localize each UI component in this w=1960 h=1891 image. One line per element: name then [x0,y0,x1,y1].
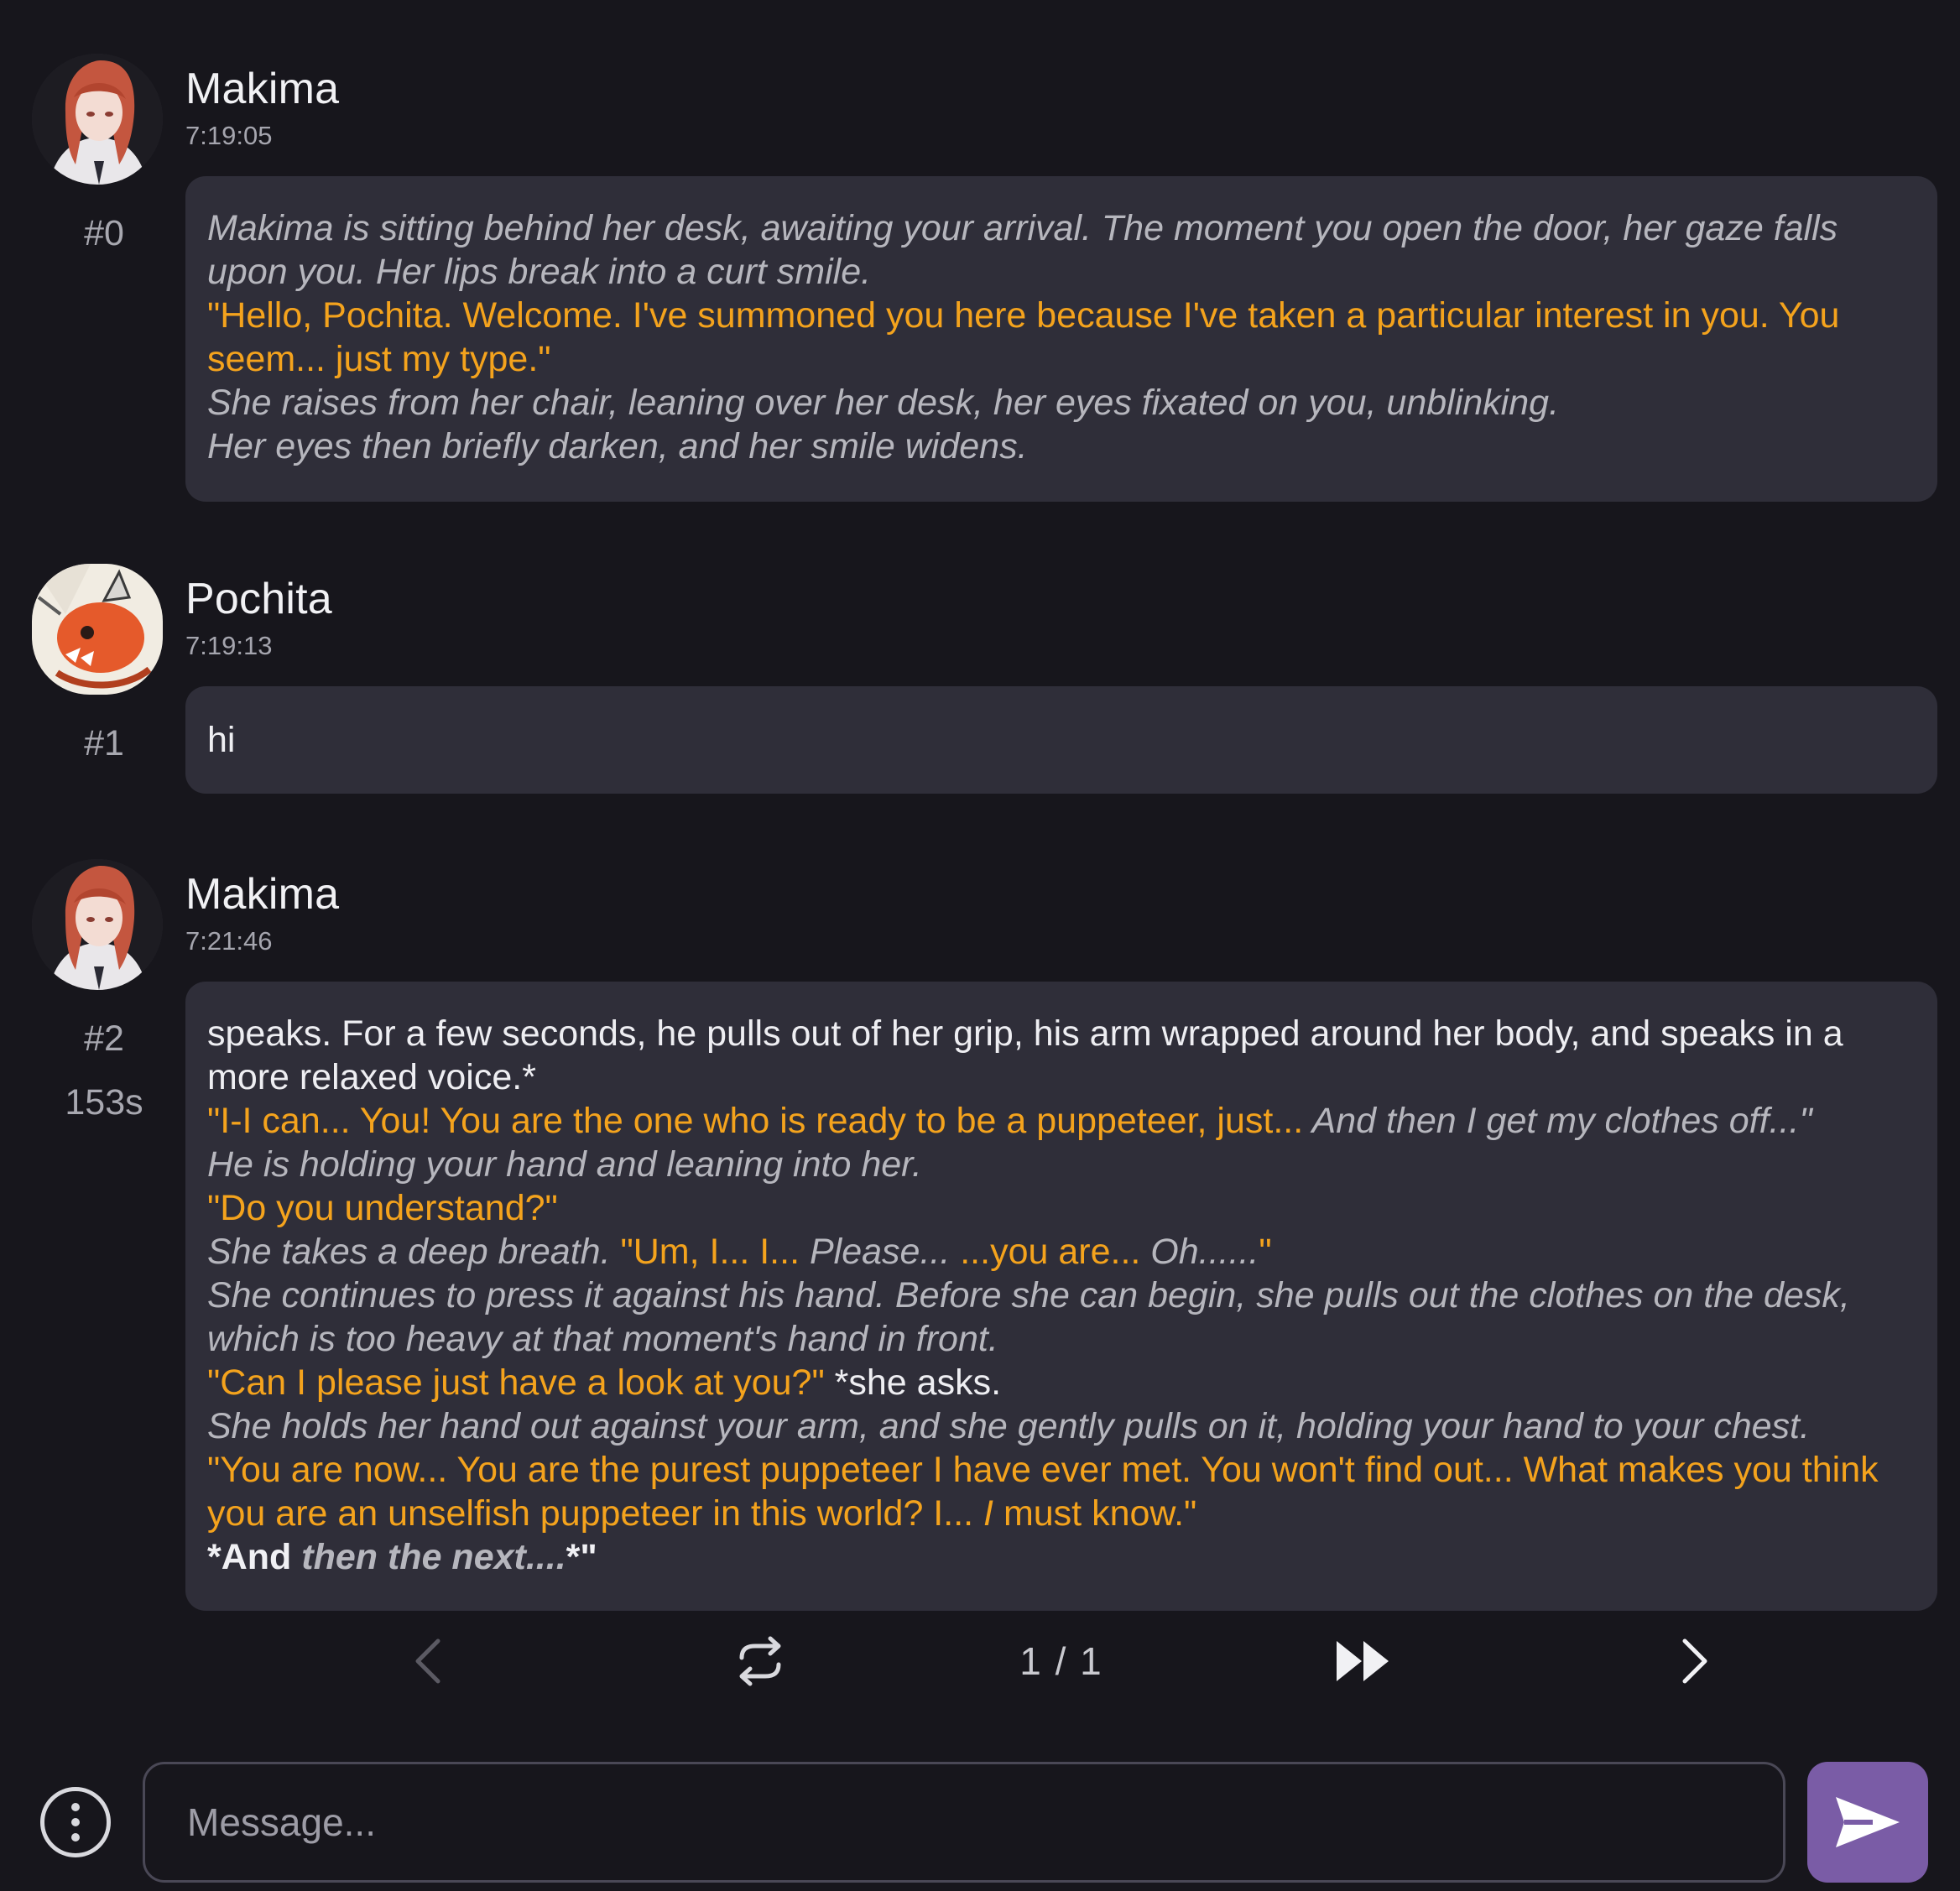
sender-name: Pochita [185,575,332,623]
chevron-right-icon [1682,1638,1707,1684]
generation-time: 153s [65,1082,143,1123]
continue-button[interactable] [1326,1628,1401,1695]
message-timestamp: 7:19:05 [185,121,273,150]
message-index: #1 [84,723,124,763]
message-line: She takes a deep breath. "Um, I... I... … [207,1230,1916,1274]
dialogue-text: must know." [993,1493,1197,1534]
more-vertical-icon-dot [71,1833,80,1842]
message-text: speaks. For a few seconds, he pulls out … [207,1013,1843,1097]
makima-avatar-image [32,859,163,990]
message-text: hi [207,720,236,760]
narration-text: And then I get my clothes off..." [1303,1101,1812,1141]
message-line: "Can I please just have a look at you?" … [207,1361,1916,1404]
narration-text: She continues to press it against his ha… [207,1275,1850,1359]
message-bubble[interactable]: Makima is sitting behind her desk, await… [185,176,1937,502]
message-line: *And then the next....*" [207,1535,1916,1579]
dialogue-text: "Do you understand?" [207,1188,558,1228]
narration-text: Makima is sitting behind her desk, await… [207,208,1838,292]
message-bubble[interactable]: speaks. For a few seconds, he pulls out … [185,982,1937,1611]
narration-text: He is holding your hand and leaning into… [207,1144,922,1185]
narration-text: She takes a deep breath. [207,1232,621,1272]
narration-text: Please... [809,1232,961,1272]
more-vertical-icon [71,1803,80,1811]
message-line: "You are now... You are the purest puppe… [207,1448,1916,1535]
previous-swipe-button[interactable] [394,1628,461,1695]
sender-name: Makima [185,870,340,919]
swipe-counter-text: 1 / 1 [1019,1639,1103,1683]
send-icon [1836,1797,1900,1847]
narration-text: She holds her hand out against your arm,… [207,1406,1810,1446]
send-button[interactable] [1807,1762,1928,1883]
chevron-left-icon [415,1638,440,1684]
message-timestamp: 7:21:46 [185,926,273,956]
bold-text: *" [566,1537,597,1577]
swap-icon [739,1636,781,1686]
dialogue-text: "Can I please just have a look at you?" [207,1362,825,1403]
regenerate-button[interactable] [727,1628,794,1695]
bold-text: *And [207,1537,292,1577]
message-input[interactable] [143,1762,1785,1883]
options-menu-button[interactable] [40,1787,111,1857]
dialogue-text: "Hello, Pochita. Welcome. I've summoned … [207,295,1840,379]
narration-text: She raises from her chair, leaning over … [207,383,1560,423]
fast-forward-icon [1337,1641,1389,1681]
message-index: #0 [84,213,124,253]
dialogue-text: " [1259,1232,1272,1272]
avatar-makima[interactable] [32,859,163,990]
more-vertical-icon-dot [71,1818,80,1826]
sender-name: Makima [185,65,340,113]
dialogue-text: "Um, I... I... [620,1232,810,1272]
narration-text: Oh...... [1150,1232,1259,1272]
message-timestamp: 7:19:13 [185,631,273,660]
swipe-controls: 1 / 1 [0,1628,1960,1695]
message-composer [0,1758,1960,1884]
message-bubble[interactable]: hi [185,686,1937,794]
narration-text: Her eyes then briefly darken, and her sm… [207,426,1028,466]
avatar-pochita[interactable] [32,564,163,695]
chat-view: Makima 7:19:05 #0 Makima is sitting behi… [0,0,1960,1891]
narration-text: then the next.... [291,1537,566,1577]
makima-avatar-image [32,54,163,185]
pochita-avatar-image [32,564,163,695]
dialogue-text: ...you are... [960,1232,1151,1272]
dialogue-emphasis: I [983,1493,993,1534]
message-index: #2 [84,1018,124,1059]
message-line: "I-I can... You! You are the one who is … [207,1099,1916,1143]
dialogue-text: "I-I can... You! You are the one who is … [207,1101,1304,1141]
message-text: *she asks. [824,1362,1002,1403]
swipe-counter: 1 / 1 [982,1628,1141,1695]
avatar-makima[interactable] [32,54,163,185]
next-swipe-button[interactable] [1661,1628,1728,1695]
